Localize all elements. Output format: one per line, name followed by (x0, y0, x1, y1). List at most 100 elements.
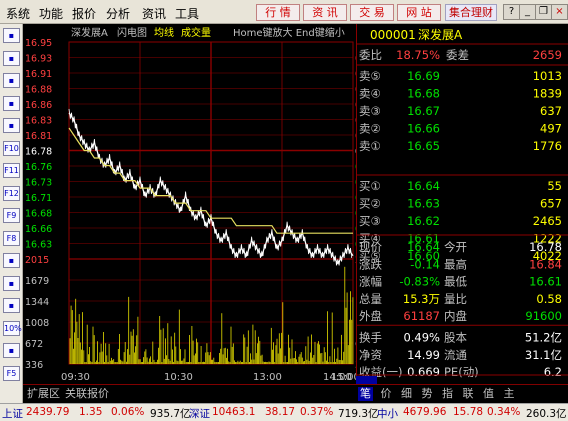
price-tick-5: 16.83 (25, 116, 52, 127)
help-button[interactable]: ? (503, 4, 520, 20)
stat-label-7-1: PE(动) (444, 365, 479, 379)
f10-icon[interactable]: F10 (3, 140, 20, 156)
stat-label-5-1: 股本 (444, 331, 467, 345)
stock-icon[interactable]: ▪ (3, 343, 20, 358)
stat-label-3-0: 总量 (359, 292, 382, 306)
stat-label-4-0: 外盘 (359, 309, 382, 323)
zx-index-price: 4679.96 (403, 406, 447, 418)
sh-index-label[interactable]: 上证 (2, 406, 23, 421)
stat-value-0-0: 16.64 (407, 240, 440, 254)
stat-value-4-1: 91600 (525, 309, 562, 323)
menu-info[interactable]: 资讯 (142, 5, 166, 22)
menu-tools[interactable]: 工具 (175, 5, 199, 22)
stat-label-6-1: 流通 (444, 348, 467, 362)
indicator-icon[interactable]: ▪ (3, 253, 20, 268)
menu-system[interactable]: 系统 (6, 5, 30, 22)
sell-label-4: 卖① (359, 139, 381, 153)
menu-quote[interactable]: 报价 (72, 5, 96, 22)
stat-value-5-0: 0.49% (403, 331, 440, 345)
volume-icon[interactable]: ▪ (3, 298, 20, 313)
zx-index-pct: 0.34% (487, 406, 521, 418)
quote-panel: 000001 深发展A 委比 18.75% 委差 2659 卖⑤ 16.69 1013 卖④ 16.… (356, 24, 568, 384)
quote-tab-6[interactable]: 值 (481, 387, 496, 401)
close-button[interactable]: × (551, 4, 568, 20)
stat-value-7-1: 6.2 (544, 365, 562, 379)
quote-tab-1[interactable]: 价 (379, 387, 394, 401)
chart-icon[interactable]: ▪ (3, 73, 20, 88)
stat-value-4-0: 61187 (403, 309, 440, 323)
volume-tick-2: 1008 (25, 318, 49, 329)
f11-icon[interactable]: F11 (3, 163, 20, 178)
f12-icon[interactable]: F12 (3, 185, 20, 201)
stat-label-1-0: 涨跌 (359, 257, 382, 271)
f8-icon[interactable]: F8 (3, 230, 20, 246)
quote-tab-3[interactable]: 势 (420, 387, 435, 401)
wealth-management-button[interactable]: 集合理财 (445, 4, 497, 21)
volume-tick-4: 336 (25, 360, 43, 371)
chart-canvas[interactable]: 深发展A 闪电图 均线 成交量 Home键放大 End键缩小 16.95 16.93 16.9… (23, 24, 385, 384)
zoom-hint: Home键放大 End键缩小 (233, 26, 345, 39)
time-label-4: 15:00 (331, 372, 356, 383)
minimize-button[interactable]: _ (519, 4, 536, 20)
time-label-0: 09:30 (61, 372, 90, 383)
chart-header: 深发展A 闪电图 均线 成交量 Home键放大 End键缩小 (71, 26, 345, 39)
price-tick-6: 16.81 (25, 131, 52, 142)
menu-analysis[interactable]: 分析 (106, 5, 130, 22)
sell-price-2: 16.67 (407, 104, 440, 118)
wave-icon[interactable]: ▪ (3, 275, 20, 291)
grid-icon[interactable]: ▪ (3, 28, 20, 43)
quote-tab-4[interactable]: 指 (440, 387, 455, 401)
time-label-1: 10:30 (164, 372, 193, 383)
quote-tab-5[interactable]: 联 (461, 387, 476, 401)
price-tick-1: 16.93 (25, 54, 52, 65)
weibi-value: 18.75% (396, 48, 440, 62)
stat-label-2-0: 涨幅 (359, 275, 382, 289)
chart-tab-1[interactable]: 均线 (154, 26, 174, 39)
sh-index-price: 2439.79 (26, 406, 70, 418)
f9-icon[interactable]: F9 (3, 208, 20, 223)
line-chart-icon[interactable]: ▪ (3, 95, 20, 111)
price-tick-14: 2015 (25, 255, 49, 266)
weibi-label: 委比 (359, 48, 382, 62)
stat-label-2-1: 最低 (444, 275, 467, 289)
sell-label-0: 卖⑤ (359, 69, 381, 83)
sell-vol-1: 1839 (533, 87, 562, 101)
zx-index-amount: 260.3亿 (526, 408, 567, 420)
sell-label-2: 卖③ (359, 104, 381, 118)
quote-tab-2[interactable]: 细 (399, 387, 414, 401)
quote-tab-7[interactable]: 主 (502, 387, 517, 401)
buy-vol-0: 55 (547, 179, 562, 193)
price-tick-3: 16.88 (25, 85, 52, 96)
chart-tab-0[interactable]: 闪电图 (117, 26, 147, 39)
buy-price-1: 16.63 (407, 197, 440, 211)
quote-tabs (356, 376, 377, 384)
percent-icon[interactable]: 10% (3, 320, 22, 336)
menu-bar: 系统 功能 报价 分析 资讯 工具 行 情 资 讯 交 易 网 站 集合理财 ?… (0, 0, 568, 24)
stat-label-3-1: 量比 (444, 292, 467, 306)
buy-label-1: 买② (359, 197, 381, 211)
nav-market-button[interactable]: 行 情 (256, 4, 300, 21)
buy-price-2: 16.62 (407, 214, 440, 228)
nav-trade-button[interactable]: 交 易 (350, 4, 394, 21)
weicha-value: 2659 (533, 48, 562, 62)
restore-button[interactable]: ❐ (535, 4, 552, 20)
sz-index-label[interactable]: 深证 (189, 406, 210, 421)
buy-label-0: 买① (359, 179, 381, 193)
quote-tab-0[interactable]: 笔 (358, 387, 373, 401)
price-tick-10: 16.71 (25, 193, 52, 204)
chart-tab-2[interactable]: 成交量 (181, 26, 211, 39)
menu-function[interactable]: 功能 (39, 5, 63, 22)
sh-index-amount: 935.7亿 (150, 408, 191, 420)
tab-related-quotes[interactable]: 关联报价 (63, 387, 111, 401)
stat-value-5-1: 51.2亿 (525, 331, 562, 345)
nav-website-button[interactable]: 网 站 (397, 4, 441, 21)
intraday-chart[interactable]: 深发展A 闪电图 均线 成交量 Home键放大 End键缩小 16.95 16.93 16.9… (23, 24, 385, 384)
stat-value-0-1: 16.78 (529, 240, 562, 254)
kline-icon[interactable]: ▪ (3, 118, 20, 133)
tab-extension[interactable]: 扩展区 (25, 387, 62, 401)
zx-index-label[interactable]: 中小 (377, 406, 398, 421)
f5-icon[interactable]: F5 (3, 365, 20, 381)
price-tick-7: 16.78 (25, 147, 52, 158)
nav-news-button[interactable]: 资 讯 (303, 4, 347, 21)
table-icon[interactable]: ▪ (3, 50, 20, 66)
